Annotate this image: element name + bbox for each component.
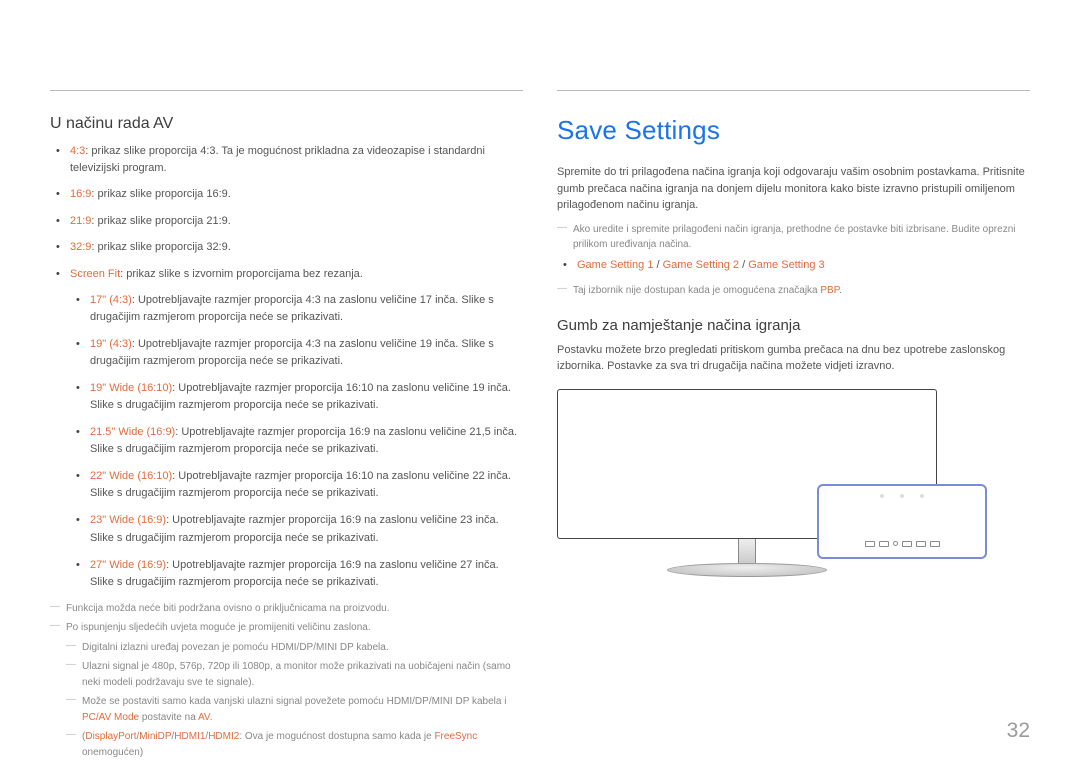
right-column: Save Settings Spremite do tri prilagođen… [557,90,1030,763]
section-title: Save Settings [557,115,1030,146]
option-label: 23" Wide (16:9) [90,514,166,526]
list-item: 16:9: prikaz slike proporcija 16:9. [70,186,523,203]
option-label: 16:9 [70,188,91,200]
option-label: 17" (4:3) [90,294,132,306]
left-heading: U načinu rada AV [50,115,523,133]
popup-panel-icon [817,484,987,559]
list-item: 17" (4:3): Upotrebljavajte razmjer propo… [90,292,523,326]
page: U načinu rada AV 4:3: prikaz slike propo… [0,0,1080,763]
option-text: : prikaz slike proporcija 4:3. Ta je mog… [70,145,485,174]
monitor-illustration [557,389,987,589]
list-item: Screen Fit: prikaz slike s izvornim prop… [70,266,523,591]
option-text: : prikaz slike proporcija 21:9. [91,215,230,227]
footnote: Po ispunjenju sljedećih uvjeta moguće je… [50,620,523,636]
page-number: 32 [1007,719,1030,743]
option-label: Screen Fit [70,268,120,280]
option-label: 27" Wide (16:9) [90,559,166,571]
footnote: Može se postaviti samo kada vanjski ulaz… [66,694,523,725]
footnote: Digitalni izlazni uređaj povezan je pomo… [66,640,523,656]
subheading: Gumb za namještanje načina igranja [557,317,1030,334]
monitor-neck-icon [738,539,756,563]
option-text: : prikaz slike proporcija 16:9. [91,188,230,200]
option-label: 4:3 [70,145,85,157]
option-text: : prikaz slike proporcija 32:9. [91,241,230,253]
footnote: Ulazni signal je 480p, 576p, 720p ili 10… [66,659,523,690]
option-label: 19" (4:3) [90,338,132,350]
left-column: U načinu rada AV 4:3: prikaz slike propo… [50,90,523,763]
monitor-base-icon [667,563,827,577]
footnote: Ako uredite i spremite prilagođeni način… [557,222,1030,253]
option-text: : prikaz slike s izvornim proporcijama b… [120,268,363,280]
list-item: 21.5" Wide (16:9): Upotrebljavajte razmj… [90,424,523,458]
option-label: 21.5" Wide (16:9) [90,426,175,438]
paragraph: Spremite do tri prilagođena načina igran… [557,164,1030,214]
list-item: Game Setting 1 / Game Setting 2 / Game S… [577,257,1030,274]
option-label: 32:9 [70,241,91,253]
footnote: Taj izbornik nije dostupan kada je omogu… [557,283,1030,299]
screen-size-sublist: 17" (4:3): Upotrebljavajte razmjer propo… [70,292,523,591]
modes-list: Game Setting 1 / Game Setting 2 / Game S… [557,257,1030,274]
list-item: 27" Wide (16:9): Upotrebljavajte razmjer… [90,557,523,591]
paragraph: Postavku možete brzo pregledati pritisko… [557,342,1030,375]
option-label: 21:9 [70,215,91,227]
aspect-ratio-list: 4:3: prikaz slike proporcija 4:3. Ta je … [50,143,523,591]
list-item: 22" Wide (16:10): Upotrebljavajte razmje… [90,468,523,502]
footnote: Funkcija možda neće biti podržana ovisno… [50,601,523,617]
option-label: 19" Wide (16:10) [90,382,172,394]
list-item: 23" Wide (16:9): Upotrebljavajte razmjer… [90,512,523,546]
list-item: 21:9: prikaz slike proporcija 21:9. [70,213,523,230]
list-item: 32:9: prikaz slike proporcija 32:9. [70,239,523,256]
option-text: : Upotrebljavajte razmjer proporcija 4:3… [90,294,494,323]
list-item: 19" (4:3): Upotrebljavajte razmjer propo… [90,336,523,370]
list-item: 4:3: prikaz slike proporcija 4:3. Ta je … [70,143,523,176]
footnote: (DisplayPort/MiniDP/HDMI1/HDMI2: Ova je … [66,729,523,760]
list-item: 19" Wide (16:10): Upotrebljavajte razmje… [90,380,523,414]
option-text: : Upotrebljavajte razmjer proporcija 4:3… [90,338,494,367]
option-label: 22" Wide (16:10) [90,470,172,482]
